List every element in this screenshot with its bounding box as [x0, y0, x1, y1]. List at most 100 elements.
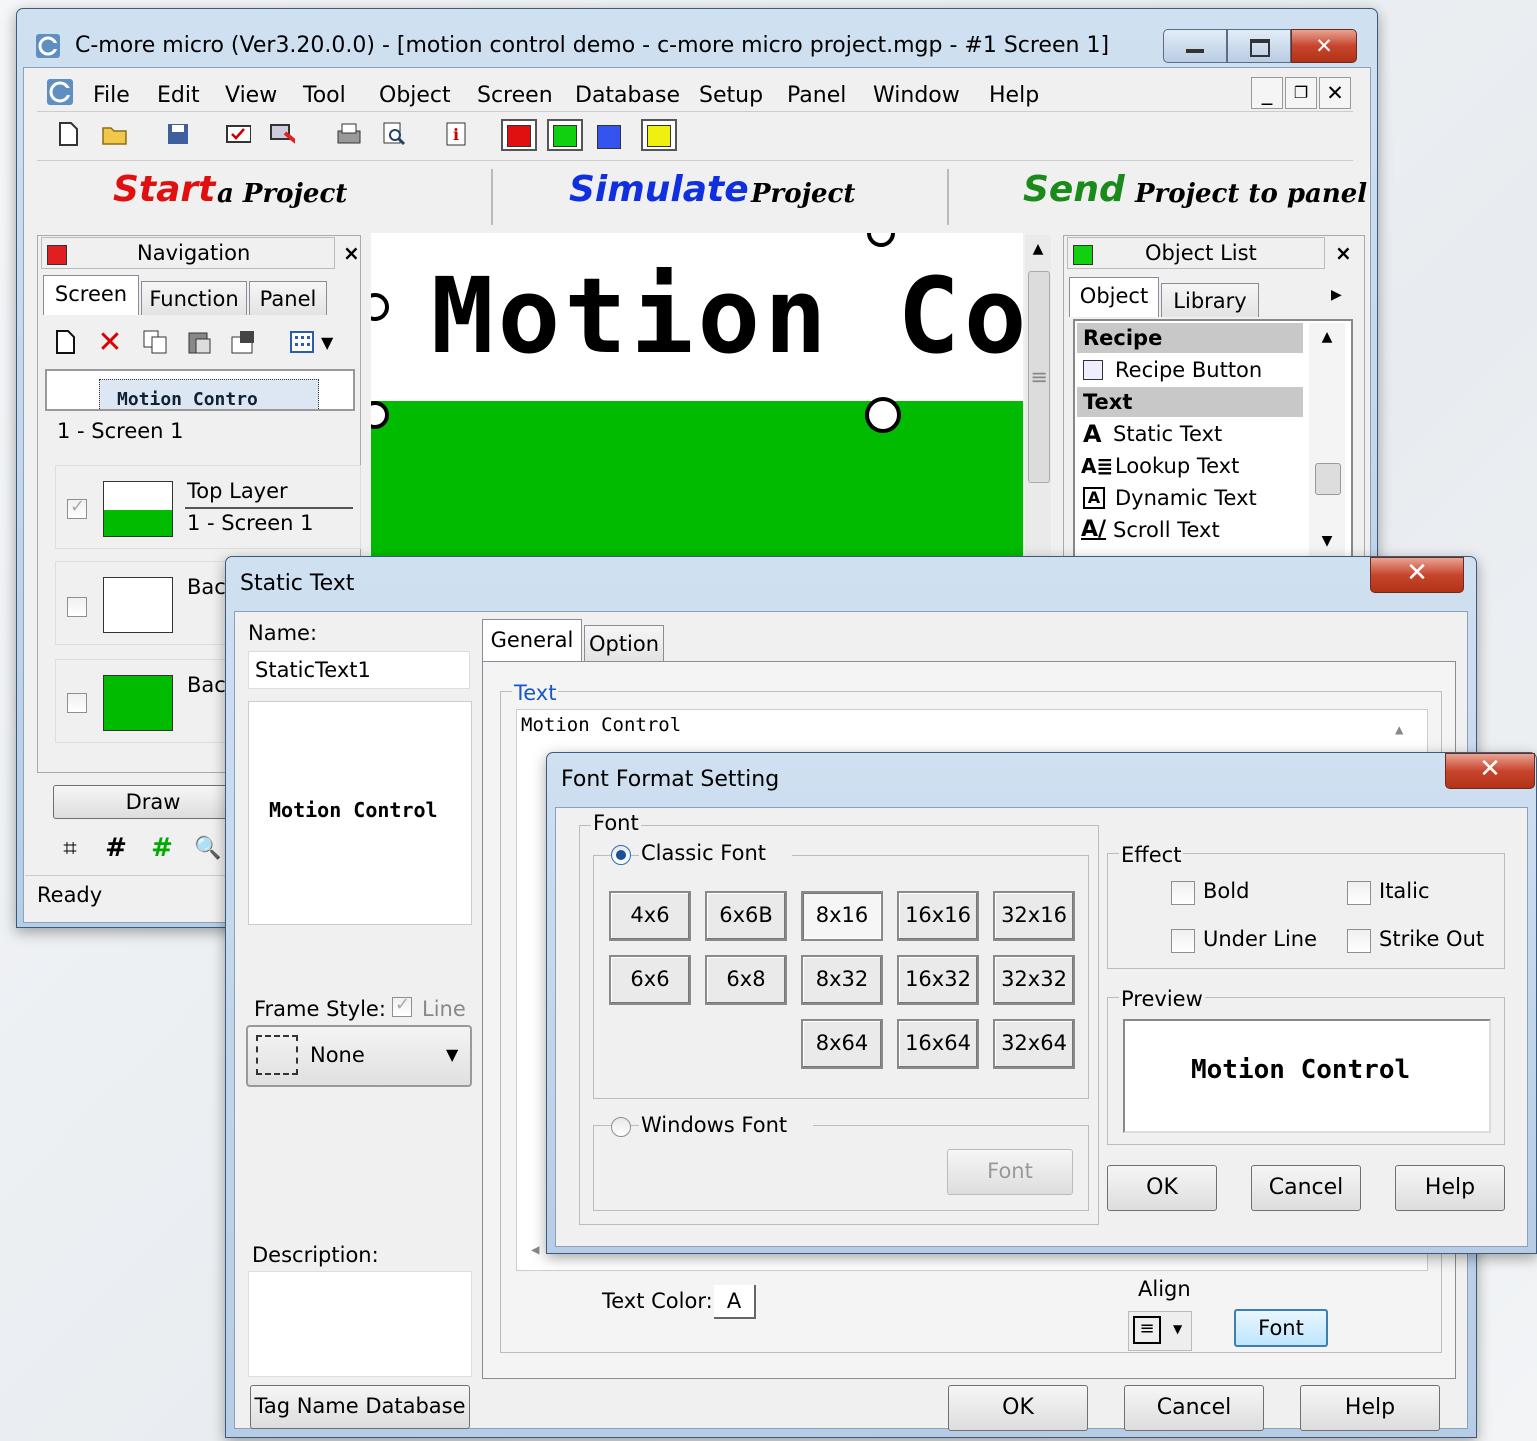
size-32x64-button[interactable]: 32x64	[993, 1019, 1075, 1069]
mdi-restore-button[interactable]: ❐	[1285, 77, 1317, 109]
simulate-project-button[interactable]: Simulate Project	[497, 163, 947, 225]
tab-library[interactable]: Library	[1161, 283, 1259, 317]
layer-checkbox[interactable]	[67, 597, 87, 617]
object-item-scroll-text[interactable]: A/ Scroll Text	[1077, 515, 1303, 545]
size-4x6-button[interactable]: 4x6	[609, 891, 691, 941]
object-item-dynamic-text[interactable]: A Dynamic Text	[1077, 483, 1303, 513]
size-6x8-button[interactable]: 6x8	[705, 955, 787, 1005]
object-item-recipe-button[interactable]: Recipe Button	[1077, 355, 1303, 385]
size-8x64-button[interactable]: 8x64	[801, 1019, 883, 1069]
font-dialog-close-button[interactable]: ✕	[1445, 753, 1535, 789]
classic-font-radio[interactable]	[611, 845, 631, 865]
tab-function[interactable]: Function	[141, 281, 247, 315]
canvas-scrollbar[interactable]: ▲ ≡	[1025, 235, 1051, 563]
frame-style-select[interactable]: None ▼	[246, 1025, 472, 1087]
text-color-button[interactable]: A	[714, 1285, 756, 1319]
send-project-button[interactable]: Send Project to panel	[951, 163, 1367, 225]
menu-edit[interactable]: Edit	[157, 83, 200, 108]
screen-canvas[interactable]: Motion Co	[371, 233, 1023, 563]
size-32x32-button[interactable]: 32x32	[993, 955, 1075, 1005]
delete-screen-icon[interactable]: ✕	[95, 325, 125, 360]
font-help-button[interactable]: Help	[1395, 1165, 1505, 1211]
start-project-button[interactable]: Start a Project	[37, 163, 497, 225]
size-32x16-button[interactable]: 32x16	[993, 891, 1075, 941]
scroll-left-icon[interactable]: ◀	[531, 1242, 539, 1258]
menu-screen[interactable]: Screen	[477, 83, 553, 108]
menu-setup[interactable]: Setup	[699, 83, 763, 108]
align-button[interactable]: ≡ ▼	[1128, 1311, 1192, 1351]
windows-font-button[interactable]: Font	[947, 1149, 1073, 1195]
print-icon[interactable]	[335, 121, 361, 147]
font-ok-button[interactable]: OK	[1107, 1165, 1217, 1211]
grid-view-icon[interactable]	[287, 327, 317, 357]
mdi-close-button[interactable]: ✕	[1319, 77, 1351, 109]
minimize-button[interactable]	[1163, 29, 1227, 63]
menu-help[interactable]: Help	[989, 83, 1039, 108]
draw-button[interactable]: Draw	[53, 785, 253, 819]
italic-checkbox[interactable]	[1347, 881, 1371, 905]
tab-screen[interactable]: Screen	[43, 275, 139, 315]
transfer-icon[interactable]	[269, 121, 295, 147]
tab-option[interactable]: Option	[584, 625, 664, 661]
size-16x32-button[interactable]: 16x32	[897, 955, 979, 1005]
info-icon[interactable]: i	[443, 121, 469, 147]
object-item-static-text[interactable]: A Static Text	[1077, 419, 1303, 449]
save-icon[interactable]	[165, 121, 191, 147]
size-16x16-button[interactable]: 16x16	[897, 891, 979, 941]
menu-window[interactable]: Window	[873, 83, 960, 108]
screen-thumbnail[interactable]: Motion Contro	[45, 369, 355, 411]
size-6x6b-button[interactable]: 6x6B	[705, 891, 787, 941]
static-text-close-button[interactable]: ✕	[1370, 557, 1464, 593]
layer-checkbox[interactable]	[67, 693, 87, 713]
blue-color-icon[interactable]	[597, 125, 621, 149]
scroll-down-icon[interactable]: ▼	[1309, 533, 1345, 549]
ok-button[interactable]: OK	[948, 1385, 1088, 1431]
snap-icon[interactable]: ⌗	[55, 833, 85, 863]
size-16x64-button[interactable]: 16x64	[897, 1019, 979, 1069]
size-8x16-button[interactable]: 8x16	[801, 891, 883, 941]
size-8x32-button[interactable]: 8x32	[801, 955, 883, 1005]
tab-scroll-right-icon[interactable]: ▶	[1331, 287, 1342, 303]
object-list-scrollbar[interactable]: ▲ ▼	[1309, 323, 1345, 559]
underline-checkbox[interactable]	[1171, 929, 1195, 953]
grid-icon[interactable]: #	[101, 833, 131, 863]
object-list-close-icon[interactable]: ×	[1335, 241, 1352, 265]
menu-view[interactable]: View	[225, 83, 277, 108]
navigation-close-icon[interactable]: ×	[343, 241, 360, 265]
open-folder-icon[interactable]	[101, 121, 127, 147]
selection-handle[interactable]	[865, 397, 901, 433]
check-project-icon[interactable]	[225, 121, 251, 147]
menu-file[interactable]: File	[93, 83, 130, 108]
line-checkbox[interactable]: ✓	[392, 994, 412, 1017]
green-grid-icon[interactable]: #	[147, 833, 177, 863]
windows-font-radio[interactable]	[611, 1117, 631, 1137]
bold-checkbox[interactable]	[1171, 881, 1195, 905]
grid-view-dropdown-icon[interactable]: ▼	[321, 333, 333, 352]
menu-panel[interactable]: Panel	[787, 83, 846, 108]
font-cancel-button[interactable]: Cancel	[1251, 1165, 1361, 1211]
new-file-icon[interactable]	[55, 121, 81, 147]
mdi-minimize-button[interactable]: _	[1251, 77, 1283, 109]
size-6x6-button[interactable]: 6x6	[609, 955, 691, 1005]
name-input[interactable]: StaticText1	[248, 651, 470, 689]
selection-handle[interactable]	[867, 233, 895, 247]
scroll-up-icon[interactable]: ▲	[1309, 329, 1345, 345]
object-item-lookup-text[interactable]: A≣ Lookup Text	[1077, 451, 1303, 481]
layer-checkbox[interactable]: ✓	[67, 496, 87, 519]
tag-name-database-button[interactable]: Tag Name Database	[250, 1385, 470, 1429]
menu-object[interactable]: Object	[379, 83, 451, 108]
help-button[interactable]: Help	[1300, 1385, 1440, 1431]
yellow-color-icon[interactable]	[641, 119, 677, 151]
paste-screen-icon[interactable]	[185, 327, 215, 357]
canvas-static-text[interactable]: Motion Co	[431, 255, 1023, 377]
scroll-up-icon[interactable]: ▲	[1025, 241, 1051, 257]
copy-screen-icon[interactable]	[141, 327, 171, 357]
strikeout-checkbox[interactable]	[1347, 929, 1371, 953]
scroll-thumb[interactable]	[1315, 463, 1341, 495]
maximize-button[interactable]	[1227, 29, 1291, 63]
screen-properties-icon[interactable]	[229, 327, 259, 357]
font-button[interactable]: Font	[1234, 1309, 1328, 1347]
green-color-icon[interactable]	[547, 119, 583, 151]
cancel-button[interactable]: Cancel	[1124, 1385, 1264, 1431]
selection-handle[interactable]	[371, 293, 389, 321]
